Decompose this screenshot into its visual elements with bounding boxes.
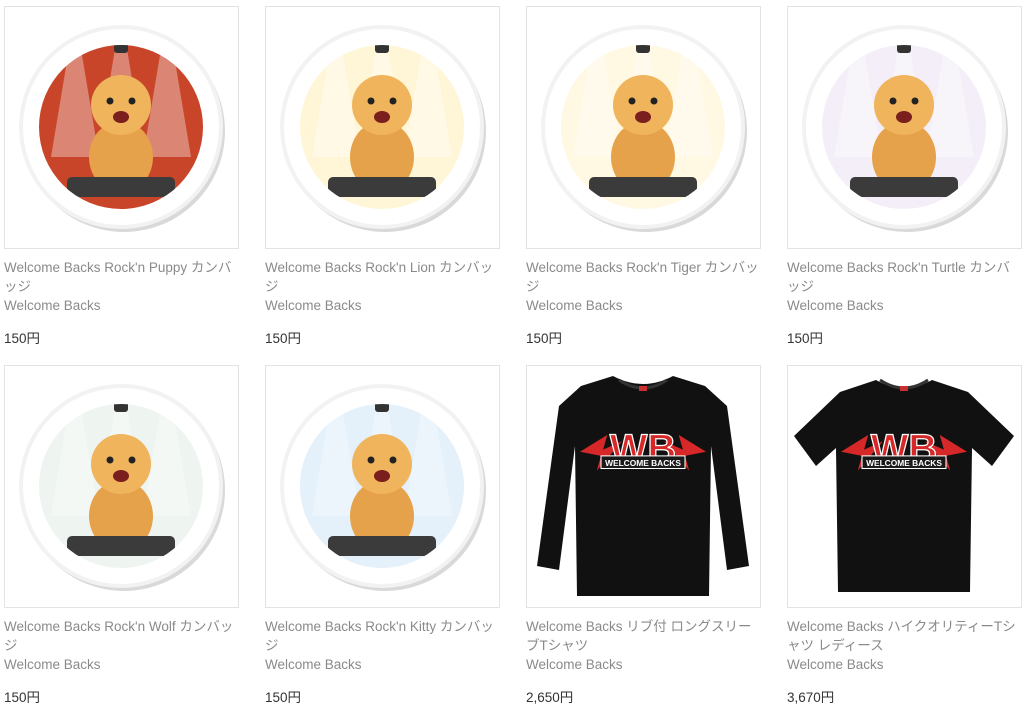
product-title[interactable]: Welcome Backs Rock'n Tiger カンバッジ [526,259,761,296]
product-card[interactable]: WB WELCOME BACKS Welcome Backs リブ付 ロングスリー… [526,365,761,708]
product-image[interactable] [4,365,239,608]
product-image[interactable] [4,6,239,249]
shop-name[interactable]: Welcome Backs [265,297,500,315]
shop-name[interactable]: Welcome Backs [787,656,1022,674]
wb-logo-text: WELCOME BACKS [605,458,681,468]
tshirt-black-ladies [794,378,1014,592]
badge-lion-bassist [280,25,484,229]
product-price: 150円 [4,331,41,346]
longsleeve-tshirt-black [537,376,749,596]
product-card[interactable]: Welcome Backs Rock'n Tiger カンバッジ Welcome… [526,6,761,349]
product-price: 150円 [526,331,563,346]
product-price: 150円 [265,331,302,346]
product-price: 2,650円 [526,690,574,705]
product-title[interactable]: Welcome Backs Rock'n Turtle カンバッジ [787,259,1022,296]
product-price: 150円 [265,690,302,705]
wb-logo-text: WELCOME BACKS [866,458,942,468]
product-title[interactable]: Welcome Backs Rock'n Puppy カンバッジ [4,259,239,296]
shop-name[interactable]: Welcome Backs [526,656,761,674]
product-image[interactable] [265,6,500,249]
badge-wolf-singer [19,384,223,588]
shop-name[interactable]: Welcome Backs [265,656,500,674]
product-image[interactable] [787,6,1022,249]
badge-tiger-guitarist [541,25,745,229]
product-card[interactable]: Welcome Backs Rock'n Lion カンバッジ Welcome … [265,6,500,349]
shop-name[interactable]: Welcome Backs [526,297,761,315]
shop-name[interactable]: Welcome Backs [787,297,1022,315]
product-image[interactable] [526,6,761,249]
shop-name[interactable]: Welcome Backs [4,656,239,674]
shop-name[interactable]: Welcome Backs [4,297,239,315]
product-image[interactable]: WB WELCOME BACKS [787,365,1022,608]
product-title[interactable]: Welcome Backs Rock'n Wolf カンバッジ [4,618,239,655]
badge-turtle-singer [802,25,1006,229]
product-price: 150円 [787,331,824,346]
product-image[interactable] [265,365,500,608]
product-grid: Welcome Backs Rock'n Puppy カンバッジ Welcome… [4,6,1022,708]
product-title[interactable]: Welcome Backs Rock'n Kitty カンバッジ [265,618,500,655]
product-card[interactable]: Welcome Backs Rock'n Puppy カンバッジ Welcome… [4,6,239,349]
product-title[interactable]: Welcome Backs ハイクオリティーTシャツ レディース [787,618,1022,655]
badge-puppy-drummer [19,25,223,229]
product-card[interactable]: Welcome Backs Rock'n Kitty カンバッジ Welcome… [265,365,500,708]
product-title[interactable]: Welcome Backs リブ付 ロングスリーブTシャツ [526,618,761,655]
product-price: 3,670円 [787,690,835,705]
product-card[interactable]: Welcome Backs Rock'n Turtle カンバッジ Welcom… [787,6,1022,349]
product-price: 150円 [4,690,41,705]
product-image[interactable]: WB WELCOME BACKS [526,365,761,608]
product-card[interactable]: Welcome Backs Rock'n Wolf カンバッジ Welcome … [4,365,239,708]
product-card[interactable]: WB WELCOME BACKS Welcome Backs ハイクオリティーTシ… [787,365,1022,708]
product-title[interactable]: Welcome Backs Rock'n Lion カンバッジ [265,259,500,296]
badge-kitty-keyboard [280,384,484,588]
